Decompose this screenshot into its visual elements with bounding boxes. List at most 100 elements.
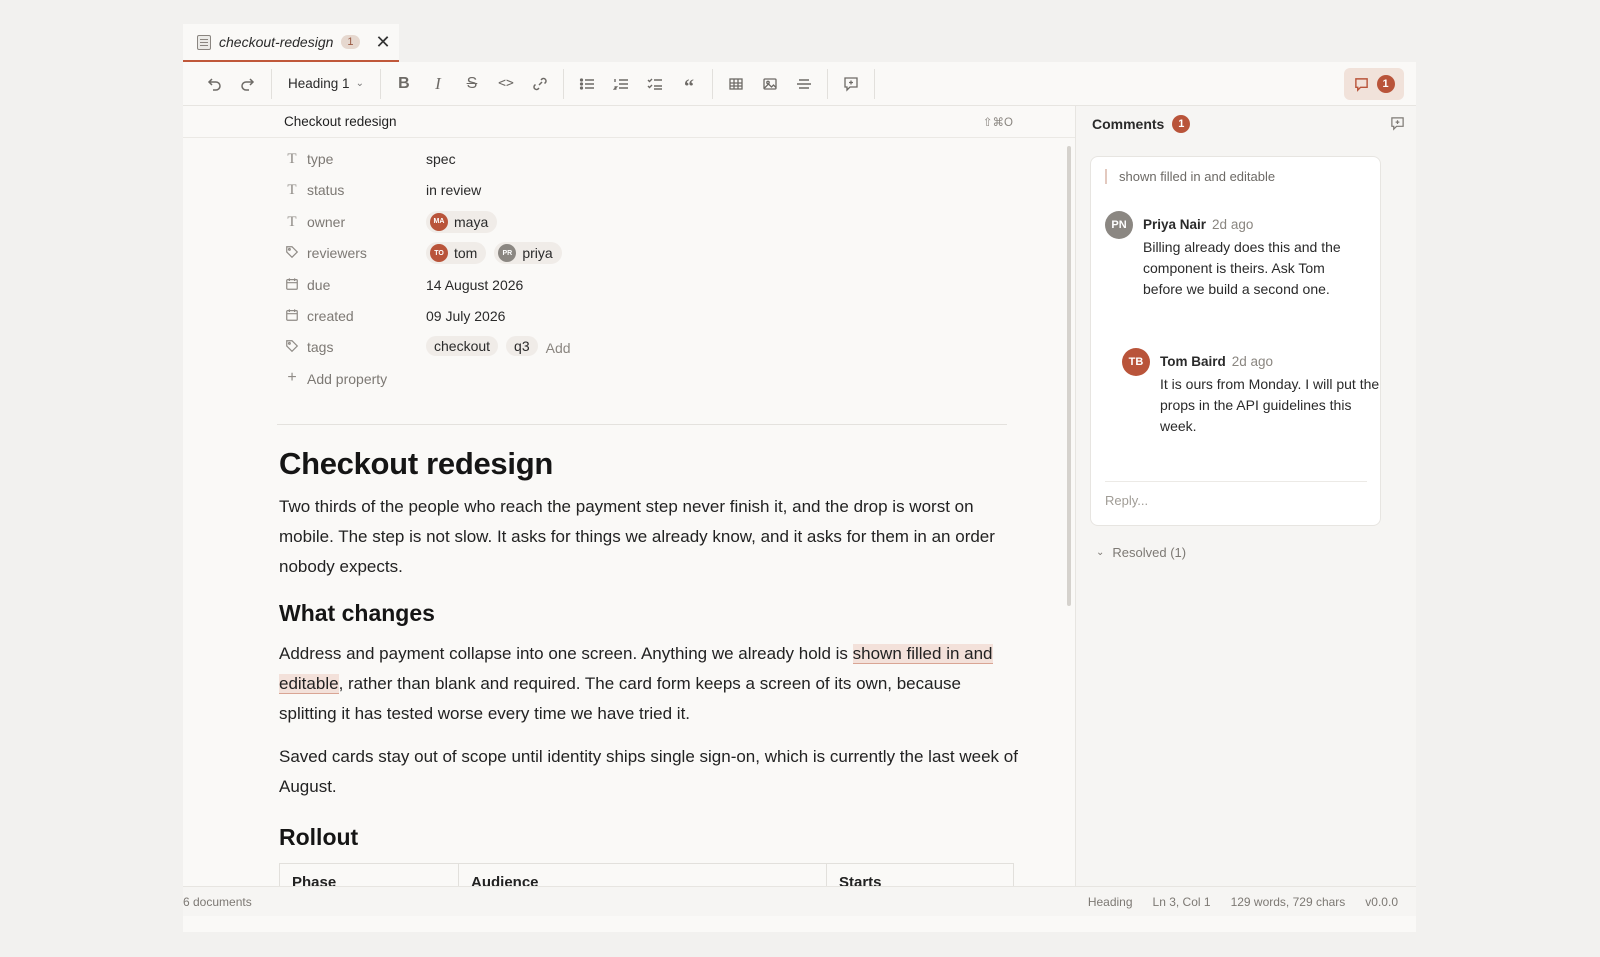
- strikethrough-button[interactable]: S: [455, 69, 489, 99]
- paragraph[interactable]: Saved cards stay out of scope until iden…: [279, 742, 1019, 802]
- new-comment-button[interactable]: [1390, 116, 1405, 134]
- property-key: type: [307, 151, 334, 167]
- comment-author: Tom Baird: [1160, 354, 1226, 369]
- horizontal-rule-icon: [796, 78, 811, 89]
- tag-chip[interactable]: q3: [506, 336, 538, 357]
- property-value[interactable]: in review: [426, 182, 481, 198]
- comments-toggle-button[interactable]: 1: [1344, 68, 1404, 100]
- comment-time: 2d ago: [1231, 354, 1274, 369]
- property-value[interactable]: 09 July 2026: [426, 308, 505, 324]
- quoted-text[interactable]: shown filled in and editable: [1105, 169, 1275, 184]
- editor-scrollbar[interactable]: [1067, 146, 1071, 606]
- section-heading[interactable]: Rollout: [279, 824, 1019, 851]
- checklist-button[interactable]: [638, 69, 672, 99]
- add-comment-button[interactable]: [834, 69, 868, 99]
- quote-button[interactable]: “: [672, 69, 706, 99]
- property-status[interactable]: T status in review: [279, 177, 1014, 208]
- outline-shortcut[interactable]: ⇧⌘O: [983, 115, 1013, 129]
- property-value-text: 14 August 2026: [426, 276, 524, 293]
- property-owner[interactable]: T owner MA maya: [279, 209, 1014, 240]
- avatar: PN: [1105, 211, 1133, 239]
- chevron-down-icon: ⌄: [355, 78, 364, 89]
- property-key: status: [307, 182, 345, 199]
- document-header-title: Checkout redesign: [284, 114, 397, 129]
- editor-pane: Checkout redesign ⇧⌘O T type spec T stat…: [183, 106, 1075, 886]
- status-word-count: 129 words, 729 chars: [1230, 895, 1346, 909]
- resolved-label: Resolved (1): [1112, 545, 1187, 560]
- property-key: due: [307, 276, 331, 293]
- bullet-list-button[interactable]: [570, 69, 604, 99]
- property-value[interactable]: 14 August 2026: [426, 277, 523, 293]
- comment-thread[interactable]: shown filled in and editable PN Priya Na…: [1090, 156, 1381, 526]
- code-button[interactable]: <>: [489, 69, 523, 99]
- property-key: owner: [307, 213, 346, 230]
- quote-icon: “: [683, 75, 694, 98]
- tag-chip[interactable]: checkout: [426, 336, 499, 357]
- link-button[interactable]: [523, 69, 557, 99]
- property-reviewers[interactable]: reviewers TO tom PR priya: [279, 240, 1014, 271]
- section-heading[interactable]: What changes: [279, 600, 1019, 627]
- person-chip[interactable]: TO tom: [426, 242, 487, 265]
- property-key: reviewers: [307, 245, 367, 262]
- toolbar-divider: [562, 68, 564, 99]
- numbered-list-icon: [612, 78, 628, 90]
- undo-button[interactable]: [197, 69, 231, 99]
- bold-button[interactable]: B: [387, 69, 421, 99]
- table-header-cell[interactable]: Phase: [280, 864, 459, 886]
- toolbar-divider: [711, 68, 713, 99]
- paragraph-text: , rather than blank and required. The ca…: [279, 674, 961, 723]
- add-tag-button[interactable]: Add: [546, 340, 571, 356]
- comment-plus-icon: [1391, 117, 1404, 131]
- person-chip[interactable]: MA maya: [426, 210, 498, 233]
- resolved-toggle[interactable]: ⌄ Resolved (1): [1096, 545, 1186, 560]
- tab-checkout-redesign[interactable]: checkout-redesign 1 ✕: [183, 24, 399, 62]
- document-body[interactable]: Checkout redesign Two thirds of the peop…: [279, 446, 1019, 886]
- status-version: v0.0.0: [1365, 895, 1398, 909]
- paragraph[interactable]: Two thirds of the people who reach the p…: [279, 492, 1019, 582]
- bold-icon: B: [398, 74, 410, 92]
- comment-plus-icon: [844, 76, 858, 92]
- property-key: created: [307, 307, 354, 324]
- text-type-icon: T: [287, 151, 297, 167]
- italic-button[interactable]: I: [421, 69, 455, 99]
- tab-title: checkout-redesign: [219, 34, 334, 50]
- comment-meta: Tom Baird 2d ago: [1160, 354, 1273, 369]
- comments-count-badge: 1: [1172, 115, 1191, 133]
- table-header-cell[interactable]: Audience: [459, 864, 827, 886]
- calendar-icon: [285, 308, 299, 325]
- block-type-select[interactable]: Heading 1 ⌄: [278, 76, 374, 91]
- redo-button[interactable]: [231, 69, 265, 99]
- horizontal-rule-button[interactable]: [787, 69, 821, 99]
- close-icon[interactable]: ✕: [376, 32, 391, 53]
- plus-icon: +: [287, 368, 297, 386]
- editor-header: Checkout redesign ⇧⌘O: [183, 106, 1075, 138]
- person-chip[interactable]: PR priya: [494, 242, 562, 265]
- person-name: tom: [454, 245, 478, 262]
- numbered-list-button[interactable]: [604, 69, 638, 99]
- paragraph[interactable]: Address and payment collapse into one sc…: [279, 639, 1019, 729]
- reply-input[interactable]: Reply...: [1105, 493, 1148, 508]
- property-value[interactable]: checkout q3 Add: [426, 336, 571, 357]
- property-type[interactable]: T type spec: [279, 146, 1014, 177]
- property-value[interactable]: spec: [426, 151, 456, 167]
- table-header-cell[interactable]: Starts: [827, 864, 1013, 886]
- properties-divider: [277, 424, 1007, 425]
- property-tags[interactable]: tags checkout q3 Add: [279, 334, 1014, 365]
- document-title[interactable]: Checkout redesign: [279, 446, 1019, 482]
- rollout-table[interactable]: Phase Audience Starts: [279, 863, 1014, 886]
- add-property-button[interactable]: + Add property: [279, 366, 1014, 397]
- block-type-label: Heading 1: [288, 76, 350, 91]
- comments-title: Comments: [1092, 116, 1165, 132]
- property-created[interactable]: created 09 July 2026: [279, 303, 1014, 334]
- property-value[interactable]: MA maya: [426, 210, 498, 233]
- status-cursor-position: Ln 3, Col 1: [1152, 895, 1211, 909]
- table-button[interactable]: [719, 69, 753, 99]
- toolbar-divider: [271, 68, 272, 99]
- property-value[interactable]: TO tom PR priya: [426, 242, 562, 265]
- status-block-type: Heading: [1087, 895, 1133, 909]
- avatar: TO: [430, 244, 448, 263]
- status-bar: 6 documents Heading Ln 3, Col 1 129 word…: [183, 886, 1416, 916]
- property-due[interactable]: due 14 August 2026: [279, 272, 1014, 303]
- image-button[interactable]: [753, 69, 787, 99]
- comment-body: Billing already does this and the compon…: [1143, 239, 1341, 297]
